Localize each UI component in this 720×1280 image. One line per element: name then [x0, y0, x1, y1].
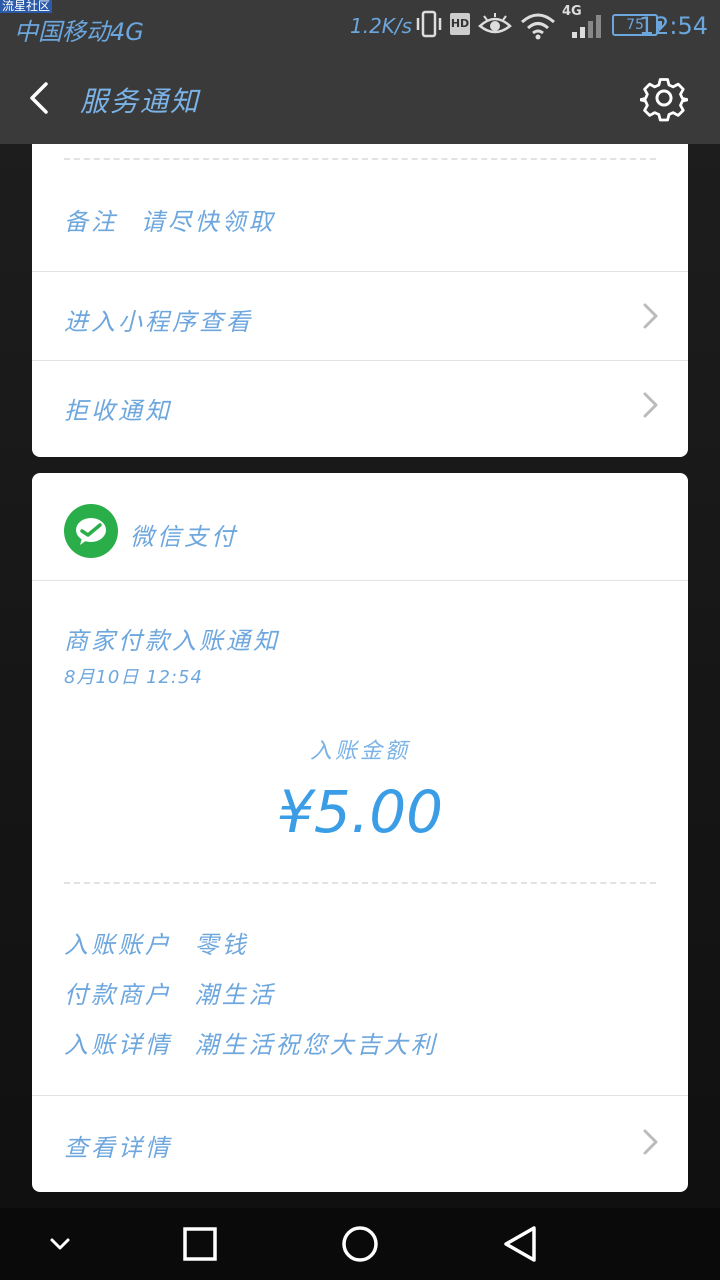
- eye-icon: [478, 12, 512, 44]
- carrier-label: 中国移动4G: [14, 18, 144, 46]
- back-button[interactable]: [24, 80, 60, 116]
- payment-notification-card: 微信支付 商家付款入账通知 8月10日 12:54 入账金额 ¥5.00 入账账…: [32, 473, 688, 1192]
- chevron-down-icon: [50, 1238, 70, 1250]
- detail-value: 零钱: [194, 931, 249, 959]
- detail-label: 入账详情: [64, 1031, 172, 1059]
- app-header: 服务通知: [0, 52, 720, 144]
- amount-label: 入账金额: [309, 739, 410, 764]
- note-label: 备注: [64, 208, 118, 236]
- note-value: 请尽快领取: [140, 208, 276, 236]
- chevron-right-icon: [640, 1128, 660, 1156]
- triangle-back-icon: [504, 1226, 536, 1262]
- detail-row: 入账详情 潮生活祝您大吉大利: [64, 1025, 438, 1060]
- detail-row: 入账账户 零钱: [64, 925, 249, 960]
- recent-apps-button[interactable]: [182, 1226, 218, 1266]
- signal-icon: [568, 14, 602, 44]
- detail-label: 付款商户: [64, 981, 172, 1009]
- detail-value: 潮生活: [194, 981, 276, 1009]
- settings-button[interactable]: [638, 74, 690, 122]
- enter-miniprogram-row[interactable]: 进入小程序查看: [32, 272, 688, 360]
- chevron-right-icon: [640, 302, 660, 330]
- circle-icon: [342, 1226, 378, 1262]
- home-button[interactable]: [340, 1224, 380, 1268]
- dashed-divider: [64, 158, 656, 160]
- view-details-row[interactable]: 查看详情: [32, 1096, 688, 1192]
- notice-time: 8月10日 12:54: [64, 667, 203, 688]
- amount-value: ¥5.00: [276, 778, 444, 846]
- wechat-pay-icon: [64, 504, 118, 558]
- chevron-left-icon: [30, 82, 48, 114]
- wifi-icon: [520, 12, 556, 46]
- status-bar: 中国移动4G 1.2K/s HD 4G 75 12:54: [0, 0, 720, 52]
- detail-value: 潮生活祝您大吉大利: [194, 1031, 438, 1059]
- detail-row: 付款商户 潮生活: [64, 975, 276, 1010]
- hd-icon: HD: [450, 13, 470, 35]
- system-navigation-bar: [0, 1208, 720, 1280]
- enter-miniprogram-label: 进入小程序查看: [64, 308, 253, 336]
- square-icon: [183, 1227, 217, 1261]
- gear-icon: [638, 78, 690, 122]
- vibrate-icon: [416, 10, 442, 44]
- system-back-button[interactable]: [500, 1224, 540, 1268]
- detail-label: 入账账户: [64, 931, 172, 959]
- previous-notification-card: 备注 请尽快领取 进入小程序查看 拒收通知: [32, 144, 688, 457]
- divider: [32, 580, 688, 581]
- page-title: 服务通知: [80, 85, 201, 118]
- network-speed: 1.2K/s: [350, 14, 413, 38]
- note-row: 备注 请尽快领取: [64, 202, 276, 237]
- dashed-divider: [64, 882, 656, 884]
- reject-notification-label: 拒收通知: [64, 397, 172, 425]
- watermark: 流星社区: [0, 0, 53, 13]
- chevron-right-icon: [640, 391, 660, 419]
- reject-notification-row[interactable]: 拒收通知: [32, 361, 688, 451]
- nav-hide-button[interactable]: [44, 1232, 76, 1260]
- clock: 12:54: [638, 12, 708, 40]
- view-details-label: 查看详情: [64, 1134, 172, 1162]
- wechat-pay-brand: 微信支付: [130, 523, 238, 551]
- notice-title: 商家付款入账通知: [64, 627, 280, 655]
